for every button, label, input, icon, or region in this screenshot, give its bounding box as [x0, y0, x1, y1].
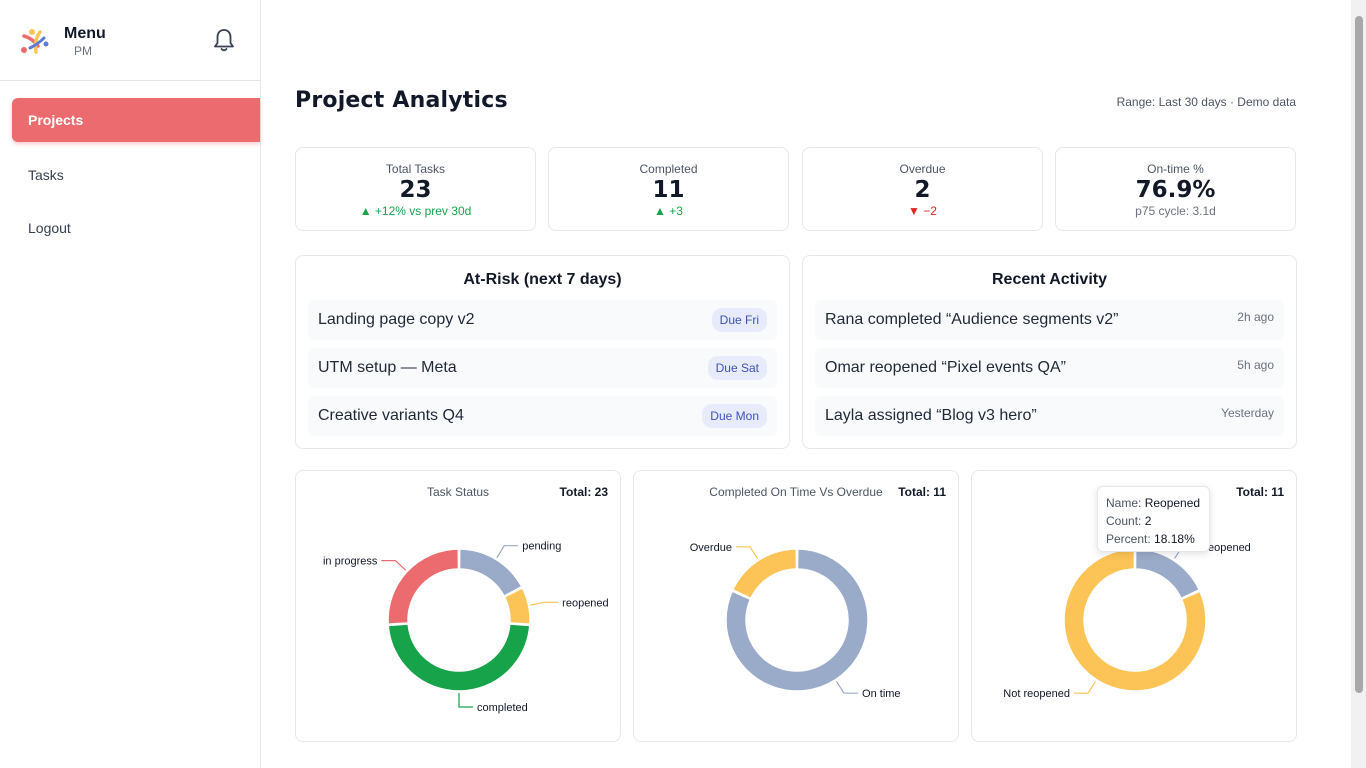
- donut-slice-in-progress[interactable]: [387, 548, 460, 625]
- kpi-value: 76.9%: [1135, 177, 1216, 203]
- bell-icon[interactable]: [211, 27, 237, 53]
- label-leader-line: [381, 560, 407, 571]
- chart-on-time-vs-overdue: On time Overdue Completed On Time Vs Over…: [633, 470, 959, 742]
- sidebar-item-projects[interactable]: Projects: [12, 98, 260, 142]
- activity-time: Yesterday: [1221, 406, 1274, 420]
- kpi-value: 2: [914, 177, 931, 203]
- label-leader-line: [458, 693, 473, 708]
- scrollbar-thumb[interactable]: [1355, 16, 1363, 693]
- sidebar-item-tasks[interactable]: Tasks: [12, 153, 260, 197]
- panel-title: Recent Activity: [992, 271, 1107, 288]
- slice-label: in progress: [323, 556, 378, 568]
- list-item[interactable]: UTM setup — Meta Due Sat: [308, 348, 777, 388]
- chart-total: Total: 11: [898, 485, 946, 499]
- tooltip-key: Count:: [1106, 514, 1142, 528]
- list-item[interactable]: Creative variants Q4 Due Mon: [308, 396, 777, 436]
- activity-text: Rana completed “Audience segments v2”: [825, 311, 1119, 328]
- page-title: Project Analytics: [295, 88, 508, 113]
- kpi-value: 11: [652, 177, 685, 203]
- activity-text: Omar reopened “Pixel events QA”: [825, 359, 1066, 376]
- sidebar-item-label: Projects: [28, 112, 84, 128]
- kpi-value: 23: [399, 177, 432, 203]
- sidebar-item-label: Logout: [28, 220, 71, 236]
- tooltip-percent: 18.18%: [1154, 532, 1195, 546]
- recent-activity-panel: Recent Activity Rana completed “Audience…: [802, 255, 1297, 449]
- label-leader-line: [530, 601, 559, 606]
- chart-task-status: pending reopened completed in progress Task…: [295, 470, 621, 742]
- brand-header: Menu PM: [0, 0, 260, 81]
- tooltip-name: Reopened: [1144, 496, 1201, 510]
- donut-slice-pending[interactable]: [458, 548, 523, 598]
- donut-slice-completed[interactable]: [387, 623, 531, 692]
- due-badge: Due Mon: [702, 404, 767, 428]
- activity-time: 2h ago: [1237, 310, 1274, 324]
- kpi-delta: ▼ −2: [908, 204, 937, 218]
- list-item: Omar reopened “Pixel events QA” 5h ago: [815, 348, 1284, 388]
- at-risk-panel: At-Risk (next 7 days) Landing page copy …: [295, 255, 790, 449]
- kpi-completed: Completed 11 ▲ +3: [548, 147, 789, 231]
- donut-chart: On time Overdue: [690, 542, 901, 700]
- slice-label: Not reopened: [1003, 688, 1070, 700]
- kpi-label: Total Tasks: [385, 162, 446, 176]
- tooltip-key: Name:: [1106, 496, 1142, 510]
- donut-slice-overdue[interactable]: [731, 548, 798, 600]
- tooltip-key: Percent:: [1106, 532, 1151, 546]
- sidebar-item-label: Tasks: [28, 167, 64, 183]
- due-badge: Due Fri: [711, 308, 767, 332]
- task-name: UTM setup — Meta: [318, 359, 457, 376]
- kpi-on-time: On-time % 76.9% p75 cycle: 3.1d: [1055, 147, 1296, 231]
- due-badge: Due Sat: [707, 356, 767, 380]
- label-leader-line: [496, 545, 519, 558]
- scrollbar[interactable]: [1351, 0, 1366, 768]
- kpi-delta: ▲ +3: [654, 204, 683, 218]
- panel-title: At-Risk (next 7 days): [463, 271, 622, 288]
- kpi-label: Completed: [639, 162, 698, 176]
- slice-label: Overdue: [690, 542, 732, 554]
- kpi-delta: ▲ +12% vs prev 30d: [359, 204, 472, 218]
- list-item: Layla assigned “Blog v3 hero” Yesterday: [815, 396, 1284, 436]
- brand-subtitle: PM: [74, 44, 92, 58]
- kpi-label: On-time %: [1147, 162, 1204, 176]
- list-item: Rana completed “Audience segments v2” 2h…: [815, 300, 1284, 340]
- chart-total: Total: 11: [1236, 485, 1284, 499]
- kpi-label: Overdue: [899, 162, 946, 176]
- activity-time: 5h ago: [1237, 358, 1274, 372]
- sidebar: Menu PM Projects Tasks Logout: [0, 0, 261, 768]
- label-leader-line: [835, 681, 859, 694]
- range-label: Range: Last 30 days · Demo data: [1116, 95, 1296, 109]
- slice-label: completed: [477, 702, 528, 714]
- kpi-delta: p75 cycle: 3.1d: [1135, 204, 1216, 218]
- donut-slice-reopened[interactable]: [1134, 548, 1201, 600]
- tooltip-count: 2: [1144, 514, 1152, 528]
- label-leader-line: [735, 546, 759, 559]
- chart-total: Total: 23: [559, 485, 608, 499]
- sidebar-item-logout[interactable]: Logout: [12, 206, 260, 250]
- activity-text: Layla assigned “Blog v3 hero”: [825, 407, 1037, 424]
- slice-label: reopened: [562, 597, 609, 609]
- brand-title: Menu: [64, 25, 106, 42]
- kpi-overdue: Overdue 2 ▼ −2: [802, 147, 1043, 231]
- kpi-total-tasks: Total Tasks 23 ▲ +12% vs prev 30d: [295, 147, 536, 231]
- label-leader-line: [1073, 681, 1097, 694]
- logo-icon: [21, 29, 49, 54]
- chart-tooltip: Name: Reopened Count: 2 Percent: 18.18%: [1097, 486, 1210, 552]
- task-name: Landing page copy v2: [318, 311, 475, 328]
- donut-chart: pending reopened completed in progress: [323, 541, 609, 714]
- task-name: Creative variants Q4: [318, 407, 464, 424]
- slice-label: pending: [522, 541, 561, 553]
- slice-label: On time: [862, 688, 901, 700]
- list-item[interactable]: Landing page copy v2 Due Fri: [308, 300, 777, 340]
